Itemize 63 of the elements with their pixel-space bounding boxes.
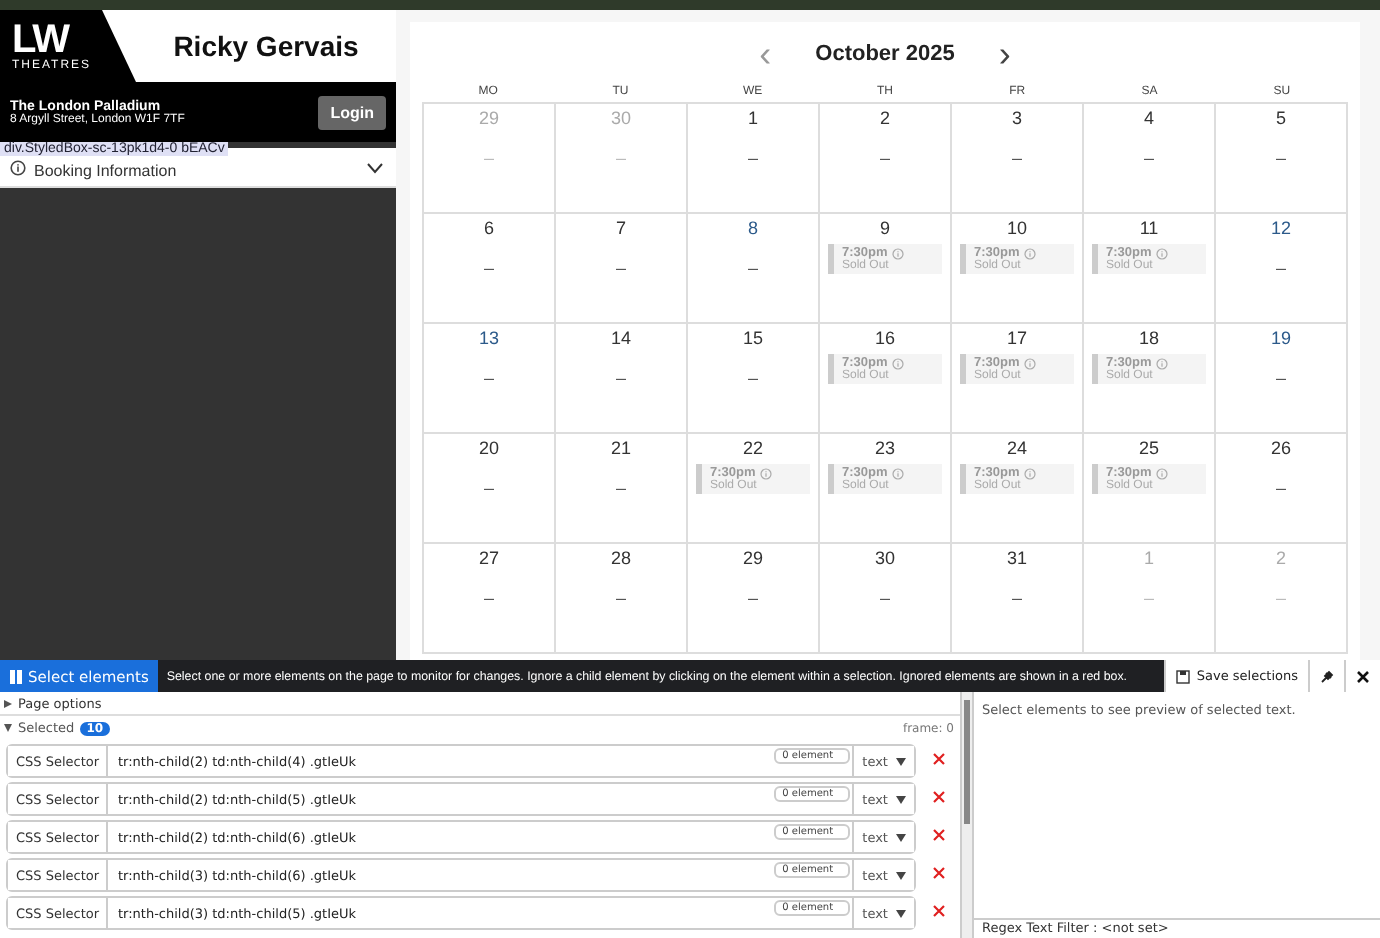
day-number: 1 [1143,548,1154,568]
no-event-mark: – [1275,148,1286,168]
artist-name: Ricky Gervais [171,28,361,66]
no-event-mark: – [747,588,758,608]
no-event-mark: – [483,478,494,498]
no-event-mark: – [483,588,494,608]
no-event-mark: – [1275,368,1286,388]
no-event-mark: – [747,258,758,278]
no-event-mark: – [483,148,494,168]
day-number: 16 [874,328,895,348]
day-number: 9 [879,218,890,238]
day-number: 12 [1270,218,1291,238]
day-number: 3 [1011,108,1022,128]
no-event-mark: – [615,478,626,498]
no-event-mark: – [615,148,626,168]
no-event-mark: – [1275,258,1286,278]
day-number: 15 [742,328,763,348]
day-number: 26 [1270,438,1291,458]
no-event-mark: – [1011,148,1022,168]
no-event-mark: – [1143,588,1154,608]
day-number: 13 [478,328,499,348]
day-number: 10 [1006,218,1027,238]
day-number: 11 [1139,218,1159,238]
no-event-mark: – [483,368,494,388]
day-number: 19 [1270,328,1291,348]
no-event-mark: – [747,368,758,388]
day-number: 4 [1143,108,1154,128]
day-number: 8 [747,218,758,238]
day-number: 30 [610,108,631,128]
day-number: 2 [879,108,890,128]
day-number: 2 [1275,548,1286,568]
day-number: 14 [610,328,631,348]
day-number: 22 [742,438,763,458]
day-number: 29 [742,548,763,568]
no-event-mark: – [615,588,626,608]
day-number: 6 [483,218,494,238]
day-number: 23 [874,438,895,458]
no-event-mark: – [615,258,626,278]
day-number: 30 [874,548,895,568]
no-event-mark: – [879,148,890,168]
day-number: 5 [1275,108,1286,128]
day-number: 27 [478,548,499,568]
no-event-mark: – [1275,478,1286,498]
month-title: October 2025 [815,42,955,66]
no-event-mark: – [1275,588,1286,608]
day-number: 21 [610,438,631,458]
no-event-mark: – [1143,148,1154,168]
booking-info-label: Booking Information [34,159,179,179]
no-event-mark: – [747,148,758,168]
no-event-mark: – [1011,588,1022,608]
day-number: 24 [1006,438,1027,458]
day-number: 1 [747,108,758,128]
day-number: 31 [1006,548,1027,568]
no-event-mark: – [879,588,890,608]
day-number: 25 [1138,438,1159,458]
day-number: 7 [615,218,626,238]
day-number: 18 [1138,328,1159,348]
no-event-mark: – [615,368,626,388]
day-number: 17 [1006,328,1027,348]
day-number: 29 [478,108,499,128]
no-event-mark: – [483,258,494,278]
day-number: 20 [478,438,499,458]
day-number: 28 [610,548,631,568]
